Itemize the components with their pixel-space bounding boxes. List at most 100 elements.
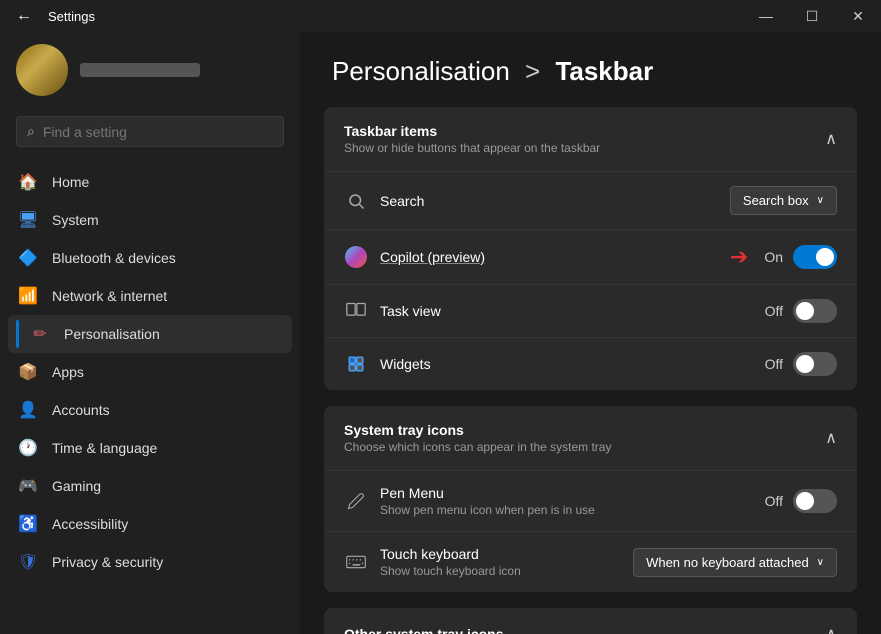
sidebar-item-accounts[interactable]: 👤 Accounts xyxy=(8,391,292,429)
row-label-widgets: Widgets xyxy=(380,356,753,372)
row-control-search: Search box∨ xyxy=(730,186,837,215)
nav-icon-privacy: 🛡 xyxy=(18,552,38,572)
row-icon-search xyxy=(344,189,368,213)
breadcrumb-current: Taskbar xyxy=(555,56,653,86)
dropdown-touch-keyboard[interactable]: When no keyboard attached∨ xyxy=(633,548,837,577)
nav-label-system: System xyxy=(52,212,99,228)
app-title: Settings xyxy=(48,9,95,24)
section-title: Other system tray icons xyxy=(344,626,504,634)
section-title: Taskbar items xyxy=(344,123,600,139)
row-label-pen-menu: Pen MenuShow pen menu icon when pen is i… xyxy=(380,485,753,517)
nav-label-time: Time & language xyxy=(52,440,157,456)
nav-icon-apps: 📦 xyxy=(18,362,38,382)
breadcrumb-separator: > xyxy=(525,56,540,86)
breadcrumb: Personalisation > Taskbar xyxy=(332,56,849,87)
row-icon-taskview xyxy=(344,299,368,323)
setting-row-copilot: Copilot (preview)➔On xyxy=(324,230,857,285)
dropdown-label-search: Search box xyxy=(743,193,809,208)
section-other-tray: Other system tray icons ∧ xyxy=(324,608,857,634)
back-button[interactable]: ← xyxy=(12,3,36,29)
nav-list: 🏠Home 🖥 System 🔷 Bluetooth & devices 📶Network… xyxy=(0,159,300,634)
row-icon-copilot xyxy=(344,245,368,269)
row-sublabel-pen-menu: Show pen menu icon when pen is in use xyxy=(380,503,753,517)
section-chevron-other-tray[interactable]: ∧ xyxy=(825,624,837,634)
search-input[interactable] xyxy=(43,124,273,140)
section-chevron-system-tray[interactable]: ∧ xyxy=(825,428,837,448)
sidebar-item-gaming[interactable]: 🎮Gaming xyxy=(8,467,292,505)
setting-row-search: Search Search box∨ xyxy=(324,172,857,230)
close-button[interactable]: ✕ xyxy=(835,0,881,32)
row-label-taskview: Task view xyxy=(380,303,753,319)
row-sublabel-touch-keyboard: Show touch keyboard icon xyxy=(380,564,621,578)
toggle-copilot[interactable] xyxy=(793,245,837,269)
row-icon-touch-keyboard xyxy=(344,550,368,574)
toggle-pen-menu[interactable] xyxy=(793,489,837,513)
section-subtitle: Choose which icons can appear in the sys… xyxy=(344,440,611,454)
sections-container: Taskbar items Show or hide buttons that a… xyxy=(300,107,881,634)
row-icon-widgets xyxy=(344,352,368,376)
nav-label-bluetooth: Bluetooth & devices xyxy=(52,250,176,266)
nav-icon-bluetooth: 🔷 xyxy=(18,248,38,268)
row-icon-pen-menu xyxy=(344,489,368,513)
row-control-copilot: On xyxy=(764,245,837,269)
nav-icon-accessibility: ♿ xyxy=(18,514,38,534)
content-area: Personalisation > Taskbar Taskbar items S… xyxy=(300,32,881,634)
section-system-tray: System tray icons Choose which icons can … xyxy=(324,406,857,592)
toggle-widgets[interactable] xyxy=(793,352,837,376)
restore-button[interactable]: ☐ xyxy=(789,0,835,32)
nav-icon-accounts: 👤 xyxy=(18,400,38,420)
app-body: ⌕ 🏠Home 🖥 System 🔷 Bluetooth & devices 📶Netwo… xyxy=(0,32,881,634)
setting-row-pen-menu: Pen MenuShow pen menu icon when pen is i… xyxy=(324,471,857,532)
page-header: Personalisation > Taskbar xyxy=(300,32,881,107)
nav-icon-gaming: 🎮 xyxy=(18,476,38,496)
minimize-button[interactable]: — xyxy=(743,0,789,32)
sidebar-item-network[interactable]: 📶Network & internet xyxy=(8,277,292,315)
toggle-status-widgets: Off xyxy=(765,356,783,372)
chevron-down-icon: ∨ xyxy=(817,557,824,568)
section-title-group: Taskbar items Show or hide buttons that a… xyxy=(344,123,600,155)
section-chevron-taskbar-items[interactable]: ∧ xyxy=(825,129,837,149)
toggle-status-taskview: Off xyxy=(765,303,783,319)
sidebar-item-apps[interactable]: 📦 Apps xyxy=(8,353,292,391)
section-title-group: System tray icons Choose which icons can … xyxy=(344,422,611,454)
setting-row-touch-keyboard: Touch keyboardShow touch keyboard iconWh… xyxy=(324,532,857,592)
setting-row-widgets: Widgets Off xyxy=(324,338,857,390)
nav-label-privacy: Privacy & security xyxy=(52,554,163,570)
nav-label-home: Home xyxy=(52,174,89,190)
section-taskbar-items: Taskbar items Show or hide buttons that a… xyxy=(324,107,857,390)
row-control-taskview: Off xyxy=(765,299,837,323)
user-profile xyxy=(0,32,300,112)
nav-icon-system: 🖥 xyxy=(18,210,38,230)
nav-label-accounts: Accounts xyxy=(52,402,110,418)
user-name xyxy=(80,63,200,77)
search-box[interactable]: ⌕ xyxy=(16,116,284,147)
setting-row-taskview: Task view Off xyxy=(324,285,857,338)
toggle-status-copilot: On xyxy=(764,249,783,265)
red-arrow-copilot: ➔ xyxy=(730,244,748,270)
sidebar-item-bluetooth[interactable]: 🔷 Bluetooth & devices xyxy=(8,239,292,277)
row-control-pen-menu: Off xyxy=(765,489,837,513)
window-controls: — ☐ ✕ xyxy=(743,0,881,32)
titlebar-left: ← Settings xyxy=(12,3,95,29)
nav-label-apps: Apps xyxy=(52,364,84,380)
row-label-search: Search xyxy=(380,193,718,209)
sidebar-item-accessibility[interactable]: ♿Accessibility xyxy=(8,505,292,543)
sidebar-item-personalisation[interactable]: ✏Personalisation xyxy=(8,315,292,353)
avatar xyxy=(16,44,68,96)
sidebar-item-privacy[interactable]: 🛡 Privacy & security xyxy=(8,543,292,581)
section-title: System tray icons xyxy=(344,422,611,438)
sidebar-item-home[interactable]: 🏠Home xyxy=(8,163,292,201)
section-header-other-tray: Other system tray icons ∧ xyxy=(324,608,857,634)
section-subtitle: Show or hide buttons that appear on the … xyxy=(344,141,600,155)
dropdown-search[interactable]: Search box∨ xyxy=(730,186,837,215)
nav-icon-time: 🕐 xyxy=(18,438,38,458)
sidebar: ⌕ 🏠Home 🖥 System 🔷 Bluetooth & devices 📶Netwo… xyxy=(0,32,300,634)
active-indicator xyxy=(16,320,19,348)
titlebar: ← Settings — ☐ ✕ xyxy=(0,0,881,32)
toggle-taskview[interactable] xyxy=(793,299,837,323)
nav-label-personalisation: Personalisation xyxy=(64,326,160,342)
sidebar-item-time[interactable]: 🕐 Time & language xyxy=(8,429,292,467)
row-control-touch-keyboard: When no keyboard attached∨ xyxy=(633,548,837,577)
toggle-status-pen-menu: Off xyxy=(765,493,783,509)
sidebar-item-system[interactable]: 🖥 System xyxy=(8,201,292,239)
